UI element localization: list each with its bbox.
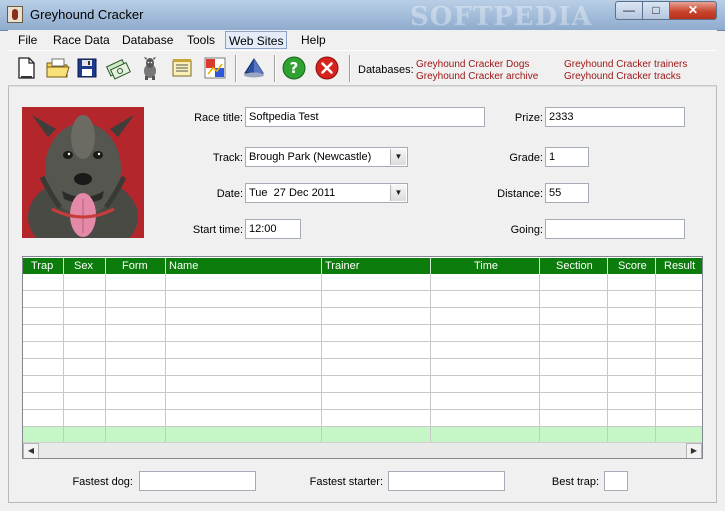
cancel-icon[interactable] (313, 54, 341, 82)
menu-race-data[interactable]: Race Data (53, 31, 110, 49)
app-window: Greyhound Cracker SOFTPEDIA — □ ✕ File R… (0, 0, 725, 511)
prize-label: Prize: (514, 112, 543, 124)
table-row[interactable] (23, 410, 702, 427)
link-greyhound-cracker-dogs[interactable]: Greyhound Cracker Dogs (416, 59, 529, 70)
link-greyhound-cracker-tracks[interactable]: Greyhound Cracker tracks (564, 71, 681, 82)
distance-label: Distance: (497, 188, 543, 200)
fastest-starter-input[interactable] (388, 471, 505, 491)
race-title-input[interactable]: Softpedia Test (245, 107, 485, 127)
prize-input[interactable]: 2333 (545, 107, 685, 127)
grade-label: Grade: (509, 152, 543, 164)
best-trap-input[interactable] (604, 471, 628, 491)
column-header-sex[interactable]: Sex (64, 258, 106, 274)
column-divider (321, 274, 322, 444)
column-divider (430, 274, 431, 444)
chevron-down-icon[interactable]: ▼ (390, 149, 406, 165)
save-disk-icon[interactable] (73, 54, 101, 82)
start-time-input[interactable]: 12:00 (245, 219, 301, 239)
menu-tools[interactable]: Tools (187, 31, 215, 49)
best-trap-label: Best trap: (551, 476, 599, 488)
new-document-icon[interactable] (12, 54, 40, 82)
table-row[interactable] (23, 342, 702, 359)
race-panel: Race title: Softpedia Test Track: Brough… (8, 86, 717, 503)
table-row[interactable] (23, 376, 702, 393)
fastest-dog-label: Fastest dog: (72, 476, 133, 488)
track-label: Track: (212, 152, 243, 164)
databases-label: Databases: (358, 64, 414, 76)
table-row[interactable] (23, 325, 702, 342)
menu-database[interactable]: Database (122, 31, 173, 49)
grid-header: Trap Sex Form Name Trainer Time Section … (23, 258, 702, 274)
column-divider (607, 274, 608, 444)
start-time-label: Start time: (192, 224, 243, 236)
link-greyhound-cracker-trainers[interactable]: Greyhound Cracker trainers (564, 59, 687, 70)
pyramid-icon[interactable] (240, 54, 268, 82)
table-row[interactable] (23, 359, 702, 376)
toolbar-separator (235, 55, 237, 82)
column-divider (165, 274, 166, 444)
table-row[interactable] (23, 393, 702, 410)
table-row[interactable] (23, 308, 702, 325)
race-title-label: Race title: (194, 112, 243, 124)
column-header-result[interactable]: Result (656, 258, 702, 274)
toolbar-separator (349, 55, 351, 82)
date-picker[interactable]: Tue 27 Dec 2011 ▼ (245, 183, 408, 203)
date-label: Date: (216, 188, 243, 200)
column-header-score[interactable]: Score (608, 258, 656, 274)
link-greyhound-cracker-archive[interactable]: Greyhound Cracker archive (416, 71, 538, 82)
menu-web-sites[interactable]: Web Sites (225, 31, 288, 49)
menu-file[interactable]: File (18, 31, 37, 49)
svg-text:?: ? (290, 59, 299, 77)
column-header-time[interactable]: Time (431, 258, 540, 274)
column-divider (539, 274, 540, 444)
maximize-button[interactable]: □ (642, 1, 670, 20)
runners-grid[interactable]: Trap Sex Form Name Trainer Time Section … (22, 256, 703, 459)
column-header-form[interactable]: Form (106, 258, 166, 274)
table-row[interactable] (23, 291, 702, 308)
grid-body[interactable] (23, 274, 702, 444)
column-header-trap[interactable]: Trap (23, 258, 64, 274)
fastest-starter-label: Fastest starter: (309, 476, 383, 488)
title-bar[interactable]: Greyhound Cracker SOFTPEDIA — □ ✕ (0, 0, 725, 32)
going-input[interactable] (545, 219, 685, 239)
track-value: Brough Park (Newcastle) (249, 151, 372, 163)
grade-input[interactable]: 1 (545, 147, 589, 167)
scroll-right-icon[interactable]: ▶ (686, 443, 702, 458)
toolbar-separator (274, 55, 276, 82)
column-header-trainer[interactable]: Trainer (322, 258, 431, 274)
greyhound-photo (22, 107, 144, 238)
menu-bar: File Race Data Database Tools Web Sites … (8, 30, 717, 50)
money-icon[interactable] (104, 54, 132, 82)
horizontal-scrollbar[interactable]: ◀ ▶ (23, 442, 702, 458)
track-select[interactable]: Brough Park (Newcastle) ▼ (245, 147, 408, 167)
close-button[interactable]: ✕ (669, 1, 717, 20)
date-value: Tue 27 Dec 2011 (249, 187, 336, 199)
column-header-section[interactable]: Section (540, 258, 608, 274)
chevron-down-icon[interactable]: ▼ (390, 185, 406, 201)
race-card-icon[interactable] (201, 54, 229, 82)
app-icon[interactable] (7, 6, 23, 23)
table-row[interactable] (23, 274, 702, 291)
fastest-dog-input[interactable] (139, 471, 256, 491)
column-divider (63, 274, 64, 444)
watermark: SOFTPEDIA (410, 2, 593, 32)
menu-help[interactable]: Help (301, 31, 326, 49)
minimize-button[interactable]: — (615, 1, 643, 20)
greyhound-icon[interactable] (136, 54, 164, 82)
open-folder-icon[interactable] (43, 54, 71, 82)
help-icon[interactable]: ? (280, 54, 308, 82)
column-divider (105, 274, 106, 444)
notepad-icon[interactable] (168, 54, 196, 82)
going-label: Going: (510, 224, 543, 236)
window-title: Greyhound Cracker (30, 7, 144, 22)
scroll-left-icon[interactable]: ◀ (23, 443, 39, 458)
column-header-name[interactable]: Name (166, 258, 322, 274)
distance-input[interactable]: 55 (545, 183, 589, 203)
column-divider (655, 274, 656, 444)
toolbar: ? Databases: Greyhound Cracker Dogs Grey… (8, 50, 717, 86)
